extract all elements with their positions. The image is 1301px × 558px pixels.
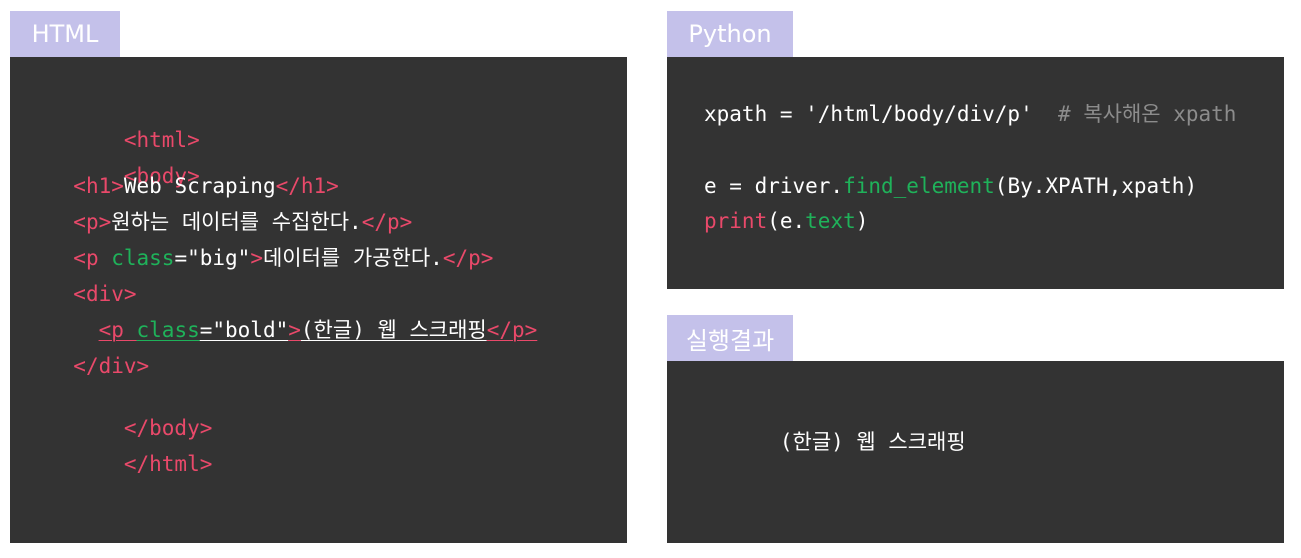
code-line: print(e.text) <box>704 208 868 234</box>
builtin-keyword: print <box>704 209 768 233</box>
h1-open-tag: <h1> <box>73 174 124 198</box>
attribute-name: text <box>805 209 856 233</box>
tag-bracket: > <box>250 246 263 270</box>
tab-html-label: HTML <box>31 20 99 48</box>
code-line: <p>원하는 데이터를 수집한다.</p> <box>48 209 412 235</box>
output-text: (한글) 웹 스크래핑 <box>779 430 966 454</box>
python-code-panel: xpath = '/html/body/div/p' # 복사해온 xpath … <box>667 57 1284 289</box>
code-text: ) <box>855 209 869 233</box>
code-line: <body> <box>48 137 200 188</box>
html-code-block: <html> <body> <h1>Web Scraping</h1> <p>원… <box>48 101 537 476</box>
code-line: <html> <box>48 101 200 152</box>
tab-python-label: Python <box>688 20 772 48</box>
p-text: 데이터를 가공한다. <box>262 246 443 270</box>
p-close-tag: </p> <box>486 318 538 342</box>
p-open-tag: <p> <box>73 210 112 234</box>
python-code-block: xpath = '/html/body/div/p' # 복사해온 xpath … <box>704 101 1236 233</box>
h1-close-tag: </h1> <box>275 174 339 198</box>
p-open-tag: <p <box>73 246 112 270</box>
tab-html: HTML <box>10 11 120 57</box>
attribute-value: ="big" <box>174 246 251 270</box>
code-text: (By.XPATH,xpath) <box>994 174 1198 198</box>
xpath-assignment: xpath = '/html/body/div/p' <box>704 102 1033 126</box>
code-line: </body> <box>48 389 213 440</box>
code-line-highlighted: <p class="bold">(한글) 웹 스크래핑</p> <box>48 317 538 343</box>
code-line: e = driver.find_element(By.XPATH,xpath) <box>704 173 1197 199</box>
method-name: find_element <box>843 174 995 198</box>
p-text: 원하는 데이터를 수집한다. <box>111 210 362 234</box>
tag-bracket: > <box>288 318 301 342</box>
class-attribute: class <box>136 318 200 342</box>
code-text: e = driver. <box>704 174 844 198</box>
attribute-value: ="bold" <box>199 318 289 342</box>
tab-result-label: 실행결과 <box>685 326 775 355</box>
html-code-panel: <html> <body> <h1>Web Scraping</h1> <p>원… <box>10 57 627 543</box>
p-text: (한글) 웹 스크래핑 <box>300 318 487 342</box>
class-attribute: class <box>111 246 175 270</box>
code-line: <p class="big">데이터를 가공한다.</p> <box>48 245 493 271</box>
code-comment: # 복사해온 xpath <box>1058 102 1237 126</box>
code-text: (e. <box>767 209 806 233</box>
code-line: xpath = '/html/body/div/p' # 복사해온 xpath <box>704 101 1236 127</box>
p-open-tag: <p <box>98 318 137 342</box>
code-line: </div> <box>48 353 149 379</box>
output-line: (한글) 웹 스크래핑 <box>704 403 966 454</box>
p-close-tag: </p> <box>442 246 494 270</box>
tab-python: Python <box>667 11 793 57</box>
result-output-block: (한글) 웹 스크래핑 <box>704 403 966 475</box>
tab-result: 실행결과 <box>667 315 793 361</box>
div-close-tag: </div> <box>73 354 150 378</box>
code-line: </html> <box>48 425 213 476</box>
code-line: <div> <box>48 281 137 307</box>
div-open-tag: <div> <box>73 282 137 306</box>
h1-text: Web Scraping <box>123 174 276 198</box>
code-line: <h1>Web Scraping</h1> <box>48 173 339 199</box>
p-close-tag: </p> <box>361 210 413 234</box>
result-panel: (한글) 웹 스크래핑 <box>667 361 1284 543</box>
html-close-tag: </html> <box>123 452 213 476</box>
